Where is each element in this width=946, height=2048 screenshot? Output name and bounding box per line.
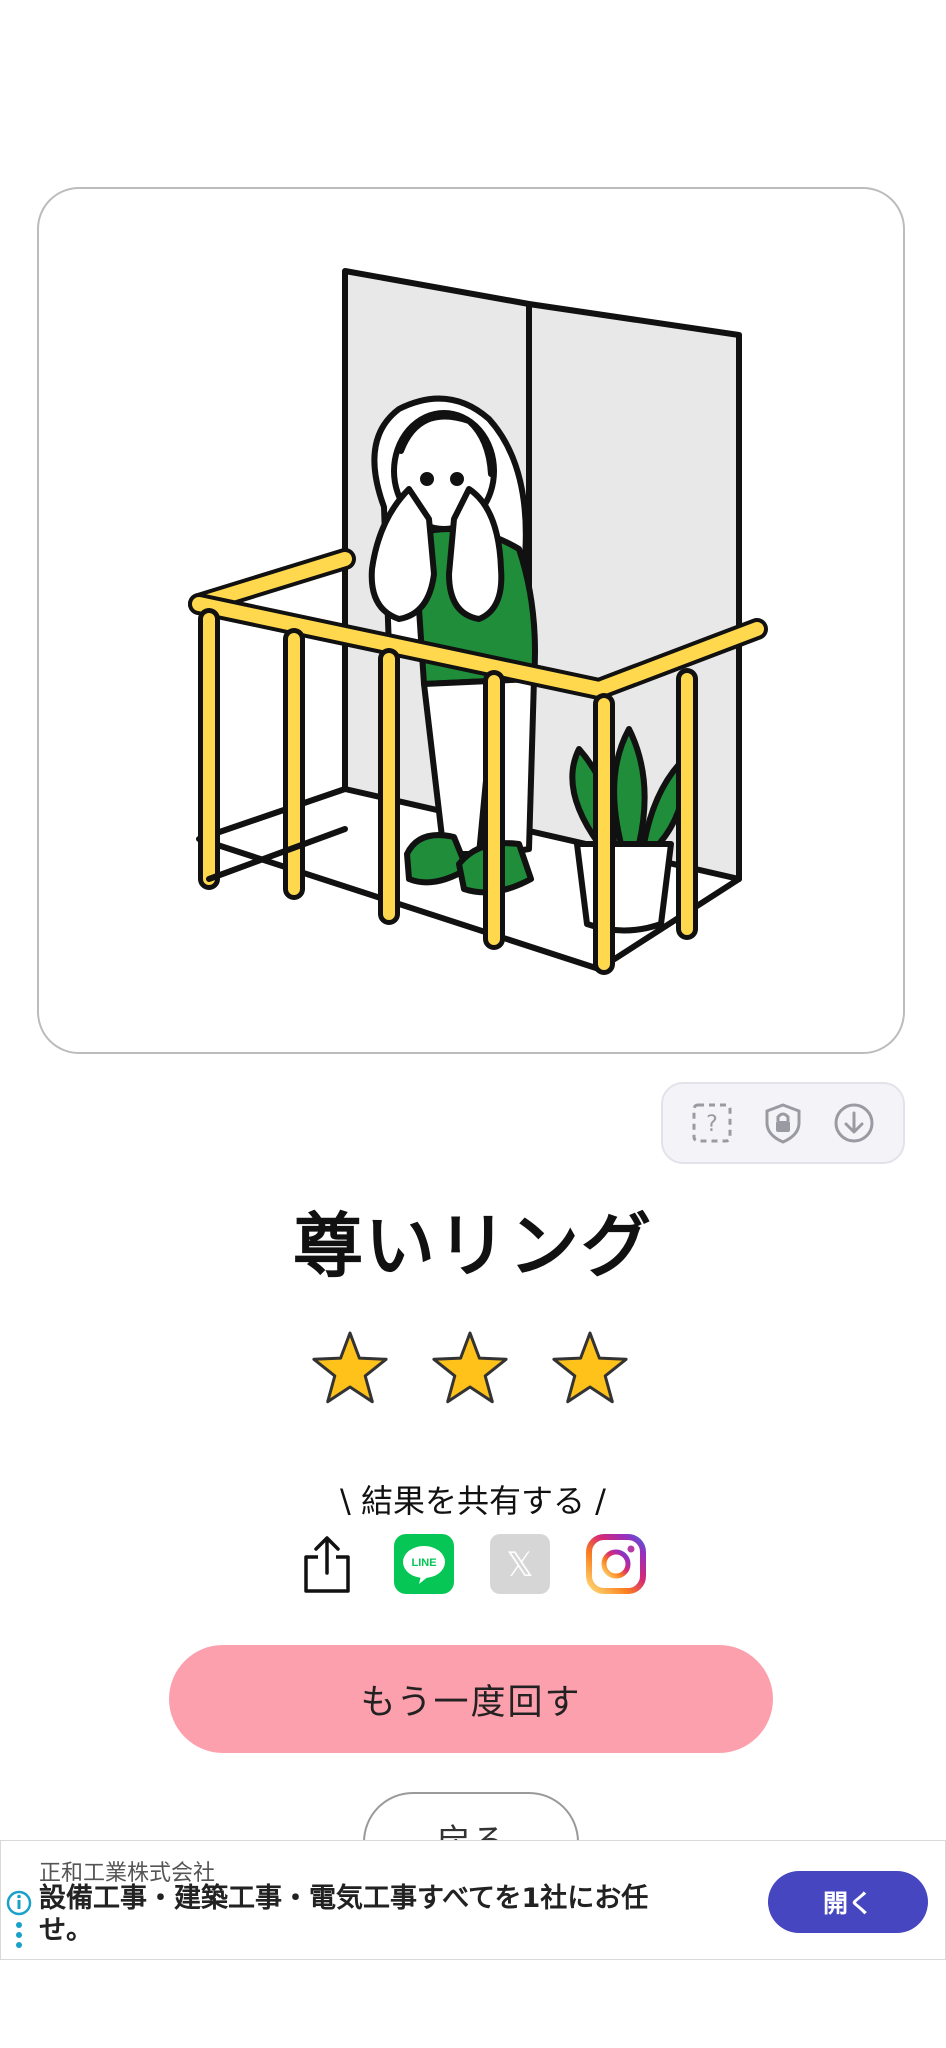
x-icon-label: 𝕏 bbox=[506, 1545, 533, 1585]
share-sheet-button[interactable] bbox=[296, 1533, 358, 1595]
share-x-button[interactable]: 𝕏 bbox=[489, 1533, 551, 1595]
star-icon bbox=[312, 1331, 388, 1404]
question-frame-icon: ? bbox=[692, 1103, 732, 1143]
share-line-button[interactable]: LINE bbox=[393, 1533, 455, 1595]
share-buttons: LINE 𝕏 bbox=[0, 1533, 946, 1599]
download-icon bbox=[834, 1103, 874, 1143]
ad-text: 設備工事・建築工事・電気工事すべてを1社にお任せ。 bbox=[39, 1883, 649, 1946]
instagram-icon bbox=[586, 1534, 646, 1594]
ad-open-button[interactable]: 開く bbox=[768, 1871, 928, 1933]
image-toolbar: ? bbox=[661, 1082, 905, 1164]
share-instagram-button[interactable] bbox=[585, 1533, 647, 1595]
share-caption: \ 結果を共有する / bbox=[340, 1482, 606, 1520]
star-icon bbox=[432, 1331, 508, 1404]
help-button[interactable]: ? bbox=[689, 1100, 735, 1146]
line-icon-label: LINE bbox=[411, 1557, 436, 1569]
result-illustration-card bbox=[37, 187, 905, 1054]
star-rating bbox=[312, 1331, 628, 1404]
result-title: 尊いリング bbox=[293, 1205, 653, 1287]
shield-lock-icon bbox=[765, 1103, 801, 1144]
share-icon bbox=[304, 1536, 350, 1593]
girl-on-balcony-illustration bbox=[188, 268, 768, 975]
download-button[interactable] bbox=[831, 1100, 877, 1146]
line-icon: LINE bbox=[394, 1534, 454, 1594]
star-icon bbox=[552, 1331, 628, 1404]
protect-button[interactable] bbox=[760, 1100, 806, 1146]
ad-banner[interactable]: 正和工業株式会社 設備工事・建築工事・電気工事すべてを1社にお任せ。 開く bbox=[0, 1840, 946, 1960]
ad-info-icon[interactable] bbox=[5, 1889, 33, 1959]
svg-text:?: ? bbox=[706, 1112, 718, 1137]
spin-again-button[interactable]: もう一度回す bbox=[169, 1645, 773, 1753]
x-icon: 𝕏 bbox=[490, 1534, 550, 1594]
